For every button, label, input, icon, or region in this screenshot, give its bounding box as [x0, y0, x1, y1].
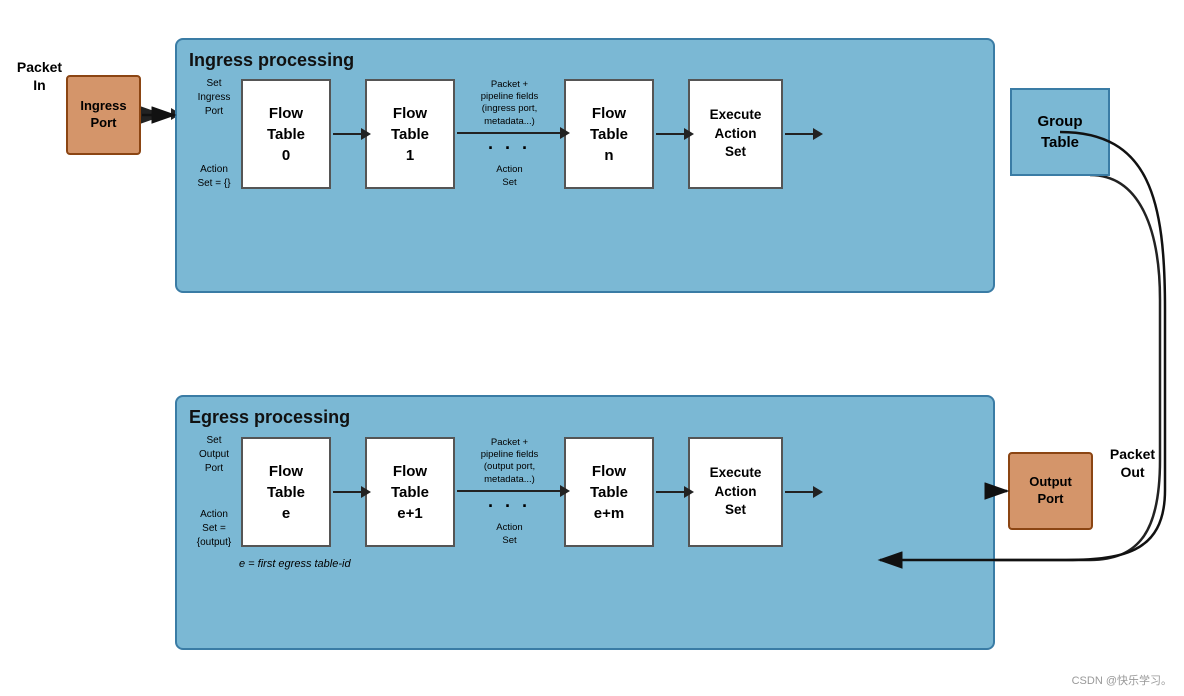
watermark: CSDN @快乐学习。 — [1072, 672, 1172, 688]
arrow-ingress-to-block — [143, 113, 173, 115]
egress-middle-section: Packet +pipeline fields(output port,meta… — [457, 437, 562, 548]
execute-action-set-egress-box: ExecuteActionSet — [688, 437, 783, 547]
ingress-annotation-left: Set Ingress Port ActionSet = {} — [189, 77, 239, 191]
ingress-action-set-label: ActionSet — [496, 163, 522, 190]
egress-processing-block: Egress processing Set Output Port Action… — [175, 395, 995, 650]
flow-table-n-box: FlowTablen — [564, 79, 654, 189]
egress-action-set-label: ActionSet — [496, 521, 522, 548]
arrow-ft0-ft1 — [333, 133, 363, 135]
ingress-port-box: IngressPort — [66, 75, 141, 155]
ingress-dots: · · · — [488, 138, 531, 159]
arrow-execute-egress-output — [785, 491, 815, 493]
egress-block-title: Egress processing — [189, 407, 981, 428]
arrow-ftem-execute-egress — [656, 491, 686, 493]
packet-out-label: PacketOut — [1100, 445, 1165, 481]
flow-table-e-box: FlowTablee — [241, 437, 331, 547]
egress-middle-annotation: Packet +pipeline fields(output port,meta… — [481, 437, 539, 486]
egress-italic-note: e = first egress table-id — [239, 558, 981, 570]
ingress-middle-annotation: Packet +pipeline fields(ingress port,met… — [481, 79, 539, 128]
egress-annotation-left: Set Output Port ActionSet ={output} — [189, 434, 239, 550]
flow-table-1-box: FlowTable1 — [365, 79, 455, 189]
flow-table-e1-box: FlowTablee+1 — [365, 437, 455, 547]
output-port-box: OutputPort — [1008, 452, 1093, 530]
ingress-middle-section: Packet +pipeline fields(ingress port,met… — [457, 79, 562, 190]
flow-table-em-box: FlowTablee+m — [564, 437, 654, 547]
flow-table-0-box: FlowTable0 — [241, 79, 331, 189]
arrow-fte-fte1 — [333, 491, 363, 493]
packet-in-label: PacketIn — [12, 58, 67, 94]
arrow-execute-group — [785, 133, 815, 135]
ingress-processing-block: Ingress processing Set Ingress Port Acti… — [175, 38, 995, 293]
ingress-block-title: Ingress processing — [189, 50, 981, 71]
diagram-container: PacketIn IngressPort Ingress processing … — [0, 0, 1184, 696]
egress-dots: · · · — [488, 496, 531, 517]
execute-action-set-box: ExecuteActionSet — [688, 79, 783, 189]
group-table-box: GroupTable — [1010, 88, 1110, 176]
arrow-ftn-execute — [656, 133, 686, 135]
